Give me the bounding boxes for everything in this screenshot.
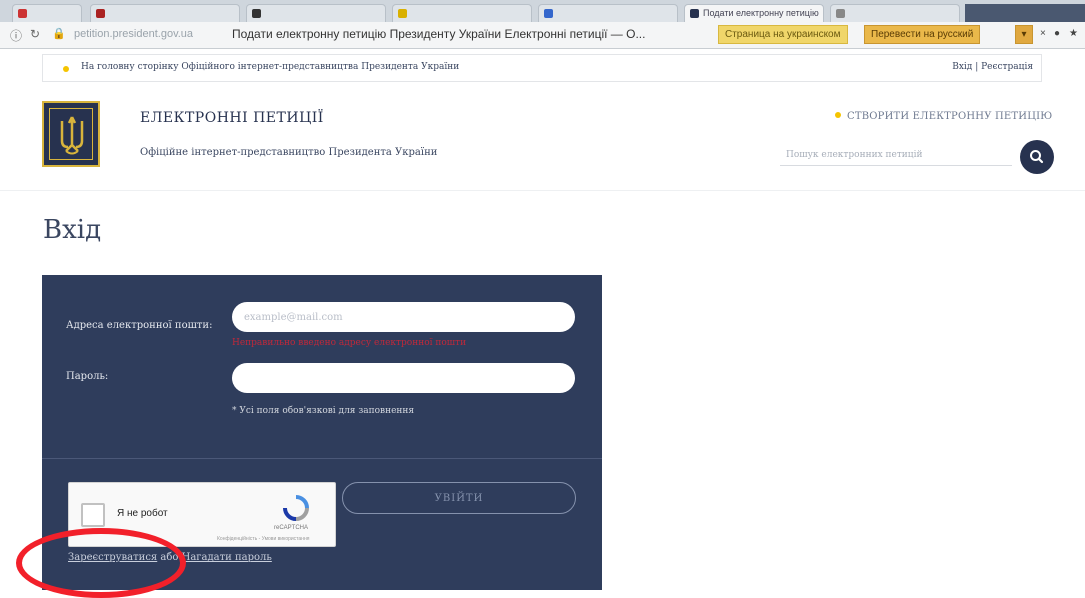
email-label: Адреса електронної пошти: [66,320,213,331]
browser-tab-strip: Подати електронну петицію [0,0,1085,23]
bullet-icon [63,66,69,72]
red-highlight-circle [16,528,186,598]
coat-of-arms-logo[interactable] [42,101,100,167]
recaptcha-label: Я не робот [117,508,168,519]
email-field[interactable] [232,302,575,332]
lock-icon[interactable]: 🔒 [52,27,66,40]
bookmark-star-icon[interactable]: ★ [1069,28,1078,39]
search-button[interactable] [1020,140,1054,174]
trident-icon [60,116,84,155]
address-bar: ⓘ ↻ 🔒 petition.president.gov.ua Подати е… [0,22,1085,49]
recaptcha-checkbox[interactable] [81,503,105,527]
browser-tab[interactable] [90,4,240,22]
required-fields-hint: * Усі поля обов'язкові для заповнення [232,406,415,416]
browser-tab[interactable] [830,4,960,22]
extension-icon[interactable]: ● [1054,28,1060,39]
reload-icon[interactable]: ↻ [30,27,40,41]
browser-tab-active[interactable]: Подати електронну петицію [684,4,824,22]
site-subtitle: Офіційне інтернет-представництво Президе… [140,147,438,158]
recaptcha-brand: reCAPTCHA [274,525,309,531]
browser-tab[interactable] [246,4,386,22]
password-field[interactable] [232,363,575,393]
browser-tab[interactable] [392,4,532,22]
email-error-message: Неправильно введено адресу електронної п… [232,338,467,348]
site-top-strip: На головну сторінку Офіційного інтернет-… [42,54,1042,82]
recaptcha-terms-link[interactable]: Конфіденційність - Умови використання [217,536,309,542]
forgot-password-link[interactable]: Нагадати пароль [182,552,272,563]
search-icon [1030,150,1044,164]
close-translate-icon[interactable]: × [1040,28,1046,39]
translate-dropdown-button[interactable]: ▾ [1015,25,1033,44]
petition-search-input[interactable] [780,144,1012,166]
create-petition-link[interactable]: СТВОРИТИ ЕЛЕКТРОННУ ПЕТИЦІЮ [835,111,1052,122]
window-controls-area [965,4,1085,22]
url-domain[interactable]: petition.president.gov.ua [74,28,193,40]
active-tab-label: Подати електронну петицію [703,8,819,18]
login-submit-button[interactable]: УВІЙТИ [342,482,576,514]
translate-to-russian-button[interactable]: Перевести на русский [864,25,981,44]
browser-tab[interactable] [12,4,82,22]
recaptcha-icon [283,495,309,521]
page-title: Вхід [43,215,102,245]
url-page-title[interactable]: Подати електронну петицію Президенту Укр… [232,27,645,41]
translate-source-language-button[interactable]: Страница на украинском [718,25,848,44]
logo-frame [49,108,93,160]
login-register-link[interactable]: Вхід | Реєстрація [952,62,1033,72]
password-label: Пароль: [66,371,109,382]
header-divider [0,190,1085,191]
site-title[interactable]: ЕЛЕКТРОННІ ПЕТИЦІЇ [140,110,324,126]
page-info-icon[interactable]: ⓘ [10,27,22,44]
create-petition-label: СТВОРИТИ ЕЛЕКТРОННУ ПЕТИЦІЮ [847,111,1053,122]
browser-tab[interactable] [538,4,678,22]
home-page-link[interactable]: На головну сторінку Офіційного інтернет-… [81,62,459,72]
bullet-icon [835,112,841,118]
form-divider [42,458,602,459]
